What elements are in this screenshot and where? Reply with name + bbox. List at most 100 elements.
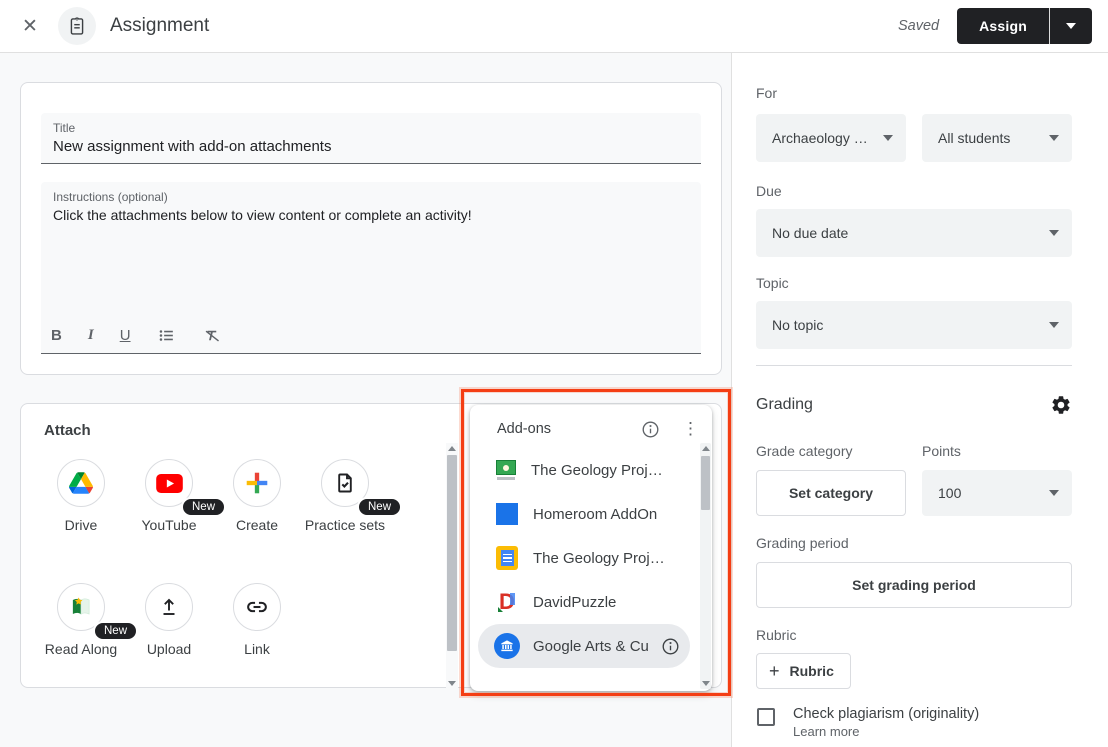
points-label: Points xyxy=(922,443,1072,459)
clear-formatting-button[interactable] xyxy=(202,326,221,345)
rubric-label: Rubric xyxy=(756,627,1088,643)
italic-button[interactable]: I xyxy=(88,327,94,344)
create-plus-icon xyxy=(233,459,281,507)
addon-item-geology-2[interactable]: The Geology Proj… xyxy=(478,536,690,580)
bold-button[interactable]: B xyxy=(51,327,62,344)
title-field-value: New assignment with add-on attachments xyxy=(41,135,701,155)
due-date-value: No due date xyxy=(772,225,848,241)
addon-name: DavidPuzzle xyxy=(533,594,616,611)
attach-item-label: Upload xyxy=(125,639,213,659)
classroom-addon-icon xyxy=(494,458,518,482)
addon-item-geology-1[interactable]: The Geology Proj… xyxy=(478,448,690,492)
saved-status: Saved xyxy=(898,18,939,34)
plagiarism-label: Check plagiarism (originality) xyxy=(793,706,979,722)
attach-youtube-button[interactable]: New YouTube xyxy=(125,459,213,535)
addon-item-homeroom[interactable]: Homeroom AddOn xyxy=(478,492,690,536)
header: ✕ Assignment Saved Assign xyxy=(0,0,1108,53)
info-icon[interactable] xyxy=(661,637,680,656)
chevron-down-icon xyxy=(1049,230,1059,236)
attach-item-label: Drive xyxy=(37,515,125,535)
addon-item-davidpuzzle[interactable]: D DavidPuzzle xyxy=(478,580,690,624)
instructions-field-label: Instructions (optional) xyxy=(41,182,701,204)
davidpuzzle-icon: D xyxy=(494,589,520,615)
addons-popup: Add-ons ⋮ The Geology Proj… Homeroom Add… xyxy=(470,405,712,691)
points-value: 100 xyxy=(938,485,961,501)
chevron-down-icon xyxy=(883,135,893,141)
page-title: Assignment xyxy=(110,15,209,37)
students-dropdown[interactable]: All students xyxy=(922,114,1072,162)
attach-upload-button[interactable]: Upload xyxy=(125,583,213,659)
plagiarism-checkbox[interactable] xyxy=(757,708,775,726)
attach-item-label: Read Along xyxy=(37,639,125,659)
addons-title: Add-ons xyxy=(497,421,551,437)
addon-name: The Geology Proj… xyxy=(533,550,665,567)
due-date-dropdown[interactable]: No due date xyxy=(756,209,1072,257)
addon-name: The Geology Proj… xyxy=(531,462,663,479)
scrollbar-thumb[interactable] xyxy=(701,456,710,510)
scroll-up-icon[interactable] xyxy=(702,446,710,451)
for-label: For xyxy=(756,85,1088,101)
assign-button[interactable]: Assign xyxy=(957,8,1049,44)
upload-icon xyxy=(145,583,193,631)
grade-category-label: Grade category xyxy=(756,443,906,459)
plus-icon: + xyxy=(769,661,780,682)
topic-label: Topic xyxy=(756,275,1088,291)
new-badge: New xyxy=(357,497,402,517)
scroll-down-icon[interactable] xyxy=(702,681,710,686)
homeroom-addon-icon xyxy=(494,501,520,527)
class-dropdown-value: Archaeology … xyxy=(772,130,868,146)
formatting-toolbar: B I U xyxy=(51,326,221,345)
bulleted-list-button[interactable] xyxy=(157,326,176,345)
settings-sidebar: For Archaeology … All students Due No du… xyxy=(731,53,1108,747)
title-field[interactable]: Title New assignment with add-on attachm… xyxy=(41,113,701,164)
attach-item-label: Practice sets xyxy=(301,515,389,535)
grading-heading: Grading xyxy=(756,396,813,414)
scroll-up-icon[interactable] xyxy=(448,446,456,451)
class-dropdown[interactable]: Archaeology … xyxy=(756,114,906,162)
close-icon[interactable]: ✕ xyxy=(12,8,48,44)
chevron-down-icon xyxy=(1066,23,1076,29)
learn-more-link[interactable]: Learn more xyxy=(793,724,859,739)
assignment-icon xyxy=(58,7,96,45)
set-grading-period-button[interactable]: Set grading period xyxy=(756,562,1072,608)
attach-read-along-button[interactable]: New Read Along xyxy=(37,583,125,659)
scroll-down-icon[interactable] xyxy=(448,681,456,686)
google-arts-icon xyxy=(494,633,520,659)
divider xyxy=(756,365,1072,366)
more-options-icon[interactable]: ⋮ xyxy=(682,419,698,439)
instructions-field[interactable]: Instructions (optional) Click the attach… xyxy=(41,182,701,354)
main-content: Title New assignment with add-on attachm… xyxy=(0,53,731,747)
attach-link-button[interactable]: Link xyxy=(213,583,301,659)
addon-item-google-arts[interactable]: Google Arts & Cu xyxy=(478,624,690,668)
attach-drive-button[interactable]: Drive xyxy=(37,459,125,535)
link-icon xyxy=(233,583,281,631)
drive-icon xyxy=(57,459,105,507)
due-label: Due xyxy=(756,183,1088,199)
attach-scrollbar[interactable] xyxy=(446,443,458,689)
topic-value: No topic xyxy=(772,317,823,333)
info-icon[interactable] xyxy=(641,420,660,439)
addons-scrollbar[interactable] xyxy=(700,443,711,689)
rubric-button-label: Rubric xyxy=(790,663,834,679)
attach-practice-sets-button[interactable]: New Practice sets xyxy=(301,459,389,535)
set-category-button[interactable]: Set category xyxy=(756,470,906,516)
add-rubric-button[interactable]: + Rubric xyxy=(756,653,851,689)
addon-name: Homeroom AddOn xyxy=(533,506,657,523)
assign-dropdown-arrow[interactable] xyxy=(1049,8,1092,44)
title-field-label: Title xyxy=(41,113,701,135)
chevron-down-icon xyxy=(1049,135,1059,141)
assignment-form-card: Title New assignment with add-on attachm… xyxy=(20,82,722,375)
topic-dropdown[interactable]: No topic xyxy=(756,301,1072,349)
chevron-down-icon xyxy=(1049,490,1059,496)
attach-create-button[interactable]: Create xyxy=(213,459,301,535)
attach-item-label: Link xyxy=(213,639,301,659)
attach-label: Attach xyxy=(44,422,91,439)
underline-button[interactable]: U xyxy=(120,327,131,344)
gear-icon[interactable] xyxy=(1050,394,1072,416)
points-dropdown[interactable]: 100 xyxy=(922,470,1072,516)
attach-item-label: Create xyxy=(213,515,301,535)
students-dropdown-value: All students xyxy=(938,130,1010,146)
scrollbar-thumb[interactable] xyxy=(447,455,457,651)
instructions-field-value: Click the attachments below to view cont… xyxy=(41,204,701,223)
assign-split-button: Assign xyxy=(957,8,1092,44)
